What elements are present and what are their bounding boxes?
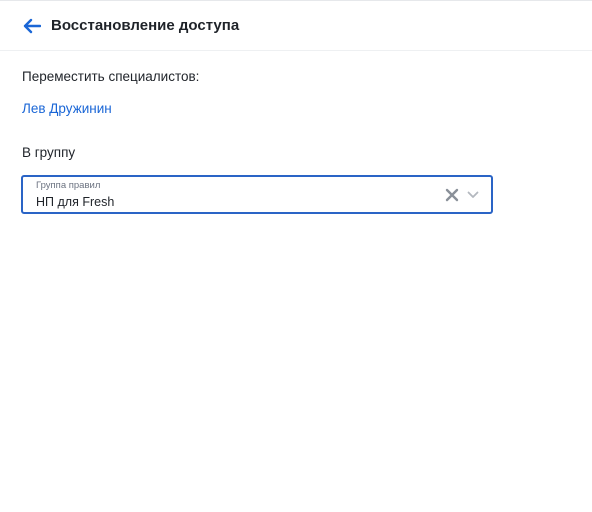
clear-selection-button[interactable] xyxy=(443,186,461,204)
page-header: Восстановление доступа xyxy=(0,0,592,51)
target-group-label: В группу xyxy=(22,145,76,160)
back-button[interactable] xyxy=(20,14,44,38)
arrow-left-icon xyxy=(23,18,41,34)
specialist-link[interactable]: Лев Дружинин xyxy=(22,101,112,116)
chevron-down-icon xyxy=(467,191,479,198)
dropdown-toggle[interactable] xyxy=(465,187,481,203)
move-specialists-label: Переместить специалистов: xyxy=(22,69,200,84)
close-icon xyxy=(445,188,459,202)
select-caption: Группа правил xyxy=(36,180,101,191)
page-title: Восстановление доступа xyxy=(51,17,240,34)
select-value: НП для Fresh xyxy=(36,195,115,209)
rule-group-select[interactable]: Группа правил НП для Fresh xyxy=(21,175,493,214)
